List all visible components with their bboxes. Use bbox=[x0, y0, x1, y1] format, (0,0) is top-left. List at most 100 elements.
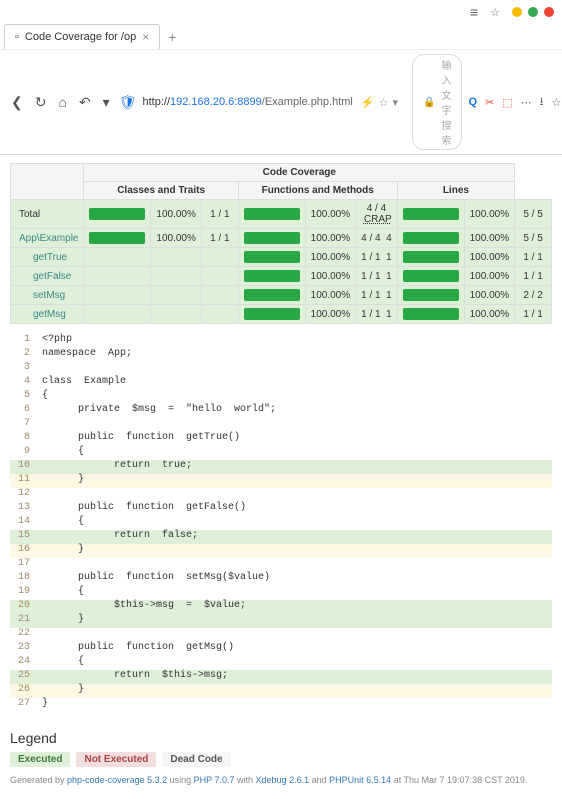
search-icon[interactable]: Q bbox=[468, 96, 477, 108]
ln-frac: 2 / 2 bbox=[515, 286, 552, 305]
code-line: 3 bbox=[10, 362, 552, 376]
line-number: 16 bbox=[10, 544, 38, 558]
fn-frac: 1 / 1 1 bbox=[356, 267, 398, 286]
coverage-bar bbox=[244, 308, 300, 320]
code-line: 10 return true; bbox=[10, 460, 552, 474]
code-line: 8 public function getTrue() bbox=[10, 432, 552, 446]
url-prefix: http:// bbox=[142, 96, 170, 108]
download-icon[interactable]: ⭳ bbox=[540, 93, 544, 112]
new-tab-button[interactable]: + bbox=[160, 25, 184, 49]
code-line: 19 { bbox=[10, 586, 552, 600]
fn-pct: 100.00% bbox=[305, 305, 355, 324]
code-line: 23 public function getMsg() bbox=[10, 642, 552, 656]
coverage-name-link[interactable]: setMsg bbox=[19, 290, 65, 301]
legend-title: Legend bbox=[10, 730, 552, 746]
browser-tab[interactable]: ▫ Code Coverage for /op × bbox=[4, 24, 160, 49]
extension-icon[interactable]: ⬚ bbox=[502, 96, 512, 109]
line-code: { bbox=[38, 516, 552, 530]
url-bar[interactable]: http://192.168.20.6:8899/Example.php.htm… bbox=[142, 96, 398, 109]
toolbar: ❮ ↻ ⌂ ↶ ▾ 🛡 http://192.168.20.6:8899/Exa… bbox=[0, 49, 562, 154]
coverage-bar bbox=[244, 232, 300, 244]
line-number: 5 bbox=[10, 390, 38, 404]
line-code: <?php bbox=[38, 334, 552, 348]
line-number: 24 bbox=[10, 656, 38, 670]
line-number: 21 bbox=[10, 614, 38, 628]
coverage-bar bbox=[403, 308, 459, 320]
dropdown-icon[interactable]: ▾ bbox=[100, 92, 113, 113]
coverage-row: getFalse100.00%1 / 1 1100.00%1 / 1 bbox=[11, 267, 552, 286]
cls-pct bbox=[151, 286, 201, 305]
code-line: 27} bbox=[10, 698, 552, 712]
code-line: 7 bbox=[10, 418, 552, 432]
code-line: 6 private $msg = "hello world"; bbox=[10, 404, 552, 418]
line-number: 22 bbox=[10, 628, 38, 642]
fn-pct: 100.00% bbox=[305, 267, 355, 286]
ln-pct: 100.00% bbox=[464, 286, 514, 305]
reload-button[interactable]: ↻ bbox=[32, 92, 50, 113]
undo-button[interactable]: ↶ bbox=[76, 92, 94, 113]
link-phpcov[interactable]: php-code-coverage 5.3.2 bbox=[67, 775, 167, 785]
coverage-name-link[interactable]: getFalse bbox=[19, 271, 71, 282]
shield-icon[interactable]: 🛡 bbox=[119, 94, 137, 111]
line-code: { bbox=[38, 446, 552, 460]
star-icon[interactable]: ☆ bbox=[379, 96, 389, 109]
ln-frac: 1 / 1 bbox=[515, 267, 552, 286]
line-number: 10 bbox=[10, 460, 38, 474]
coverage-name-link[interactable]: getMsg bbox=[19, 309, 66, 320]
fn-pct: 100.00% bbox=[305, 200, 355, 229]
search-input[interactable]: 🔒 输入文字搜索 bbox=[412, 54, 462, 150]
coverage-bar bbox=[403, 208, 459, 220]
bookmark-star-icon[interactable]: ☆ bbox=[552, 96, 562, 109]
code-line: 11 } bbox=[10, 474, 552, 488]
cls-pct bbox=[151, 305, 201, 324]
line-number: 27 bbox=[10, 698, 38, 712]
maximize-button[interactable] bbox=[528, 7, 538, 17]
link-phpunit[interactable]: PHPUnit 6.5.14 bbox=[329, 775, 391, 785]
bookmark-icon[interactable]: ☆ bbox=[490, 6, 500, 19]
minimize-button[interactable] bbox=[512, 7, 522, 17]
menu-icon[interactable]: ≡ bbox=[470, 4, 478, 20]
line-code: public function getTrue() bbox=[38, 432, 552, 446]
line-code: } bbox=[38, 684, 552, 698]
link-php[interactable]: PHP 7.0.7 bbox=[194, 775, 235, 785]
line-number: 11 bbox=[10, 474, 38, 488]
line-code: class Example bbox=[38, 376, 552, 390]
coverage-bar bbox=[403, 232, 459, 244]
line-code: return true; bbox=[38, 460, 552, 474]
more-icon[interactable]: ⋯ bbox=[521, 96, 532, 109]
fn-frac: 1 / 1 1 bbox=[356, 286, 398, 305]
close-tab-icon[interactable]: × bbox=[142, 30, 149, 44]
cls-frac bbox=[201, 248, 238, 267]
scissors-icon[interactable]: ✂ bbox=[485, 96, 494, 109]
legend-executed: Executed bbox=[10, 752, 70, 767]
line-number: 25 bbox=[10, 670, 38, 684]
coverage-bar bbox=[89, 232, 145, 244]
close-window-button[interactable] bbox=[544, 7, 554, 17]
line-code: public function getFalse() bbox=[38, 502, 552, 516]
line-code: return $this->msg; bbox=[38, 670, 552, 684]
line-number: 20 bbox=[10, 600, 38, 614]
row-name: getMsg bbox=[11, 305, 84, 324]
line-code bbox=[38, 488, 552, 502]
row-name: Total bbox=[11, 200, 84, 229]
fn-pct: 100.00% bbox=[305, 248, 355, 267]
cls-pct: 100.00% bbox=[151, 229, 201, 248]
coverage-name-link[interactable]: App\Example bbox=[19, 233, 78, 244]
flash-icon[interactable]: ⚡ bbox=[361, 96, 375, 109]
legend-dead-code: Dead Code bbox=[162, 752, 230, 767]
fn-frac: 4 / 4 4 bbox=[356, 229, 398, 248]
url-actions: ⚡ ☆ ▾ bbox=[361, 96, 398, 109]
code-line: 5{ bbox=[10, 390, 552, 404]
ln-frac: 1 / 1 bbox=[515, 305, 552, 324]
line-code: { bbox=[38, 656, 552, 670]
back-button[interactable]: ❮ bbox=[8, 92, 26, 113]
home-button[interactable]: ⌂ bbox=[55, 92, 69, 112]
code-line: 22 bbox=[10, 628, 552, 642]
coverage-name-link[interactable]: getTrue bbox=[19, 252, 67, 263]
code-line: 1<?php bbox=[10, 334, 552, 348]
link-xdebug[interactable]: Xdebug 2.6.1 bbox=[256, 775, 310, 785]
code-line: 24 { bbox=[10, 656, 552, 670]
ln-pct: 100.00% bbox=[464, 248, 514, 267]
chevron-down-icon[interactable]: ▾ bbox=[392, 96, 398, 109]
cls-pct bbox=[151, 248, 201, 267]
